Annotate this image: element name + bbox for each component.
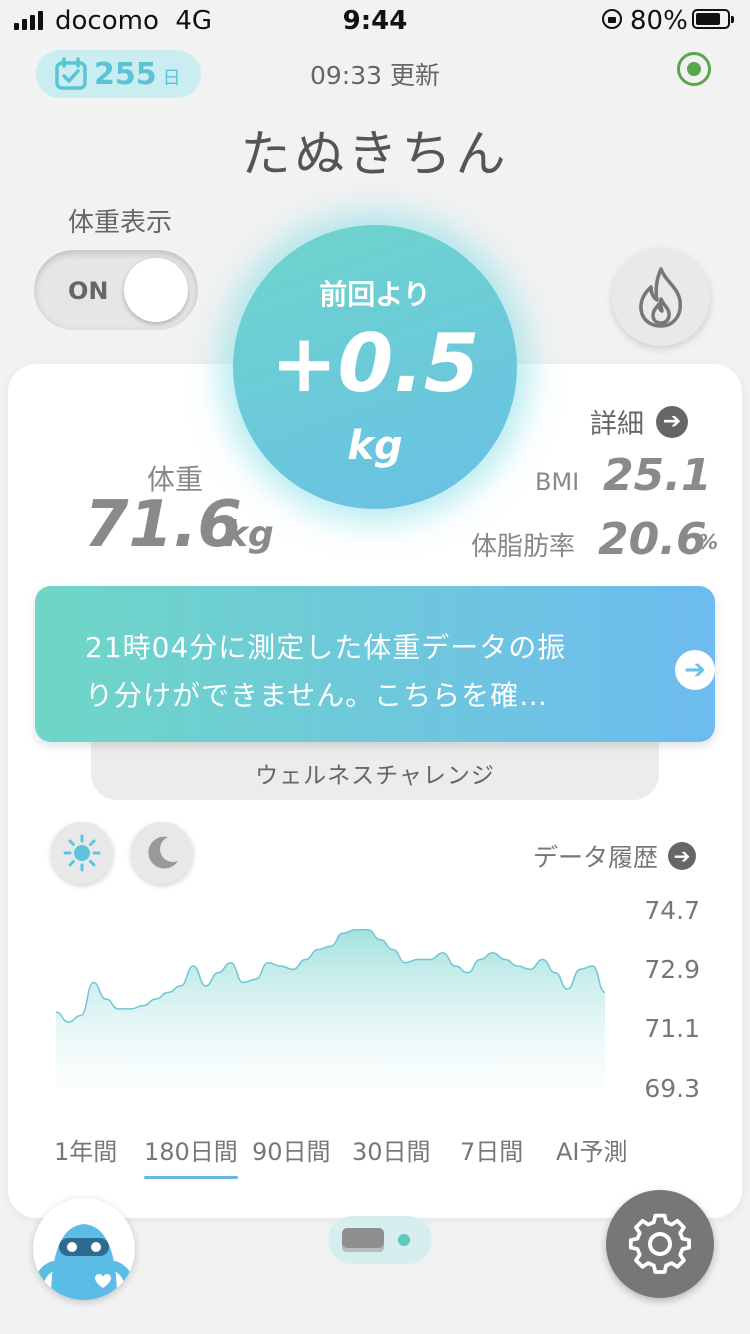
target-icon[interactable]	[677, 52, 711, 86]
body-fat-unit: %	[698, 530, 719, 554]
range-tabs: 1年間 180日間 90日間 30日間 7日間 AI予測	[52, 1132, 642, 1179]
y-tick-label: 74.7	[644, 896, 700, 925]
body-fat-label: 体脂肪率	[471, 532, 576, 562]
weight-unit: kg	[224, 514, 274, 555]
streak-badge[interactable]: 255 日	[36, 50, 201, 98]
gear-icon	[628, 1213, 691, 1274]
y-tick-label: 69.3	[644, 1074, 700, 1103]
arrow-right-icon: ➔	[675, 650, 715, 690]
toggle-knob	[124, 258, 188, 322]
streak-count: 255	[94, 56, 157, 92]
device-pager[interactable]	[328, 1216, 432, 1264]
data-history-link[interactable]: データ履歴 ➔	[533, 838, 697, 874]
chart-area	[56, 929, 605, 1088]
wellness-challenge-label: ウェルネスチャレンジ	[255, 763, 495, 789]
avatar[interactable]	[33, 1198, 135, 1300]
sun-icon	[63, 834, 101, 872]
detail-link[interactable]: 詳細 ➔	[590, 402, 688, 441]
bmi-value: 25.1	[603, 450, 712, 501]
tab-90-days[interactable]: 90日間	[252, 1132, 331, 1167]
mascot-icon	[33, 1224, 135, 1300]
weight-value: 71.6	[84, 488, 242, 562]
body-fat-value: 20.6	[598, 514, 707, 565]
streak-unit: 日	[162, 68, 181, 89]
page-indicator-dot	[398, 1234, 410, 1246]
toggle-state: ON	[68, 277, 109, 305]
scale-device-icon	[342, 1228, 384, 1252]
weight-display-label: 体重表示	[67, 208, 172, 238]
arrow-right-icon: ➔	[668, 842, 697, 870]
tab-180-days[interactable]: 180日間	[144, 1132, 238, 1179]
notice-banner[interactable]: 21時04分に測定した体重データの振 り分けができません。こちらを確… ➔	[35, 586, 715, 742]
tab-ai-forecast[interactable]: AI予測	[556, 1132, 628, 1167]
y-tick-label: 71.1	[644, 1014, 700, 1043]
history-label: データ履歴	[533, 843, 659, 872]
rotation-lock-icon	[602, 9, 622, 29]
y-tick-label: 72.9	[644, 955, 700, 984]
notice-line-2: り分けができません。こちらを確…	[85, 679, 549, 712]
change-unit: kg	[347, 423, 403, 469]
weight-change-bubble: 前回より +0.5 kg	[233, 225, 517, 509]
weight-display-toggle[interactable]: ON	[34, 250, 198, 330]
tab-7-days[interactable]: 7日間	[460, 1132, 523, 1167]
notice-message: 21時04分に測定した体重データの振 り分けができません。こちらを確…	[85, 624, 645, 720]
morning-mode-button[interactable]	[51, 822, 113, 884]
night-mode-button[interactable]	[131, 822, 193, 884]
user-name: たぬきちん	[240, 125, 510, 183]
detail-label: 詳細	[590, 409, 644, 440]
settings-button[interactable]	[606, 1190, 714, 1298]
change-value: +0.5	[270, 317, 480, 410]
calendar-check-icon	[55, 57, 87, 90]
arrow-right-icon: ➔	[656, 405, 688, 438]
battery-percent: 80%	[630, 6, 688, 36]
change-label: 前回より	[319, 278, 431, 311]
battery-icon	[692, 9, 734, 29]
calorie-button[interactable]	[612, 248, 710, 346]
tab-1-year[interactable]: 1年間	[54, 1132, 117, 1167]
status-bar: docomo 4G 9:44 80%	[0, 0, 750, 40]
notice-line-1: 21時04分に測定した体重データの振	[85, 631, 567, 664]
last-updated: 09:33 更新	[310, 61, 440, 90]
flame-icon	[639, 267, 682, 328]
bmi-label: BMI	[535, 468, 580, 496]
moon-icon	[148, 836, 178, 869]
tab-30-days[interactable]: 30日間	[352, 1132, 431, 1167]
